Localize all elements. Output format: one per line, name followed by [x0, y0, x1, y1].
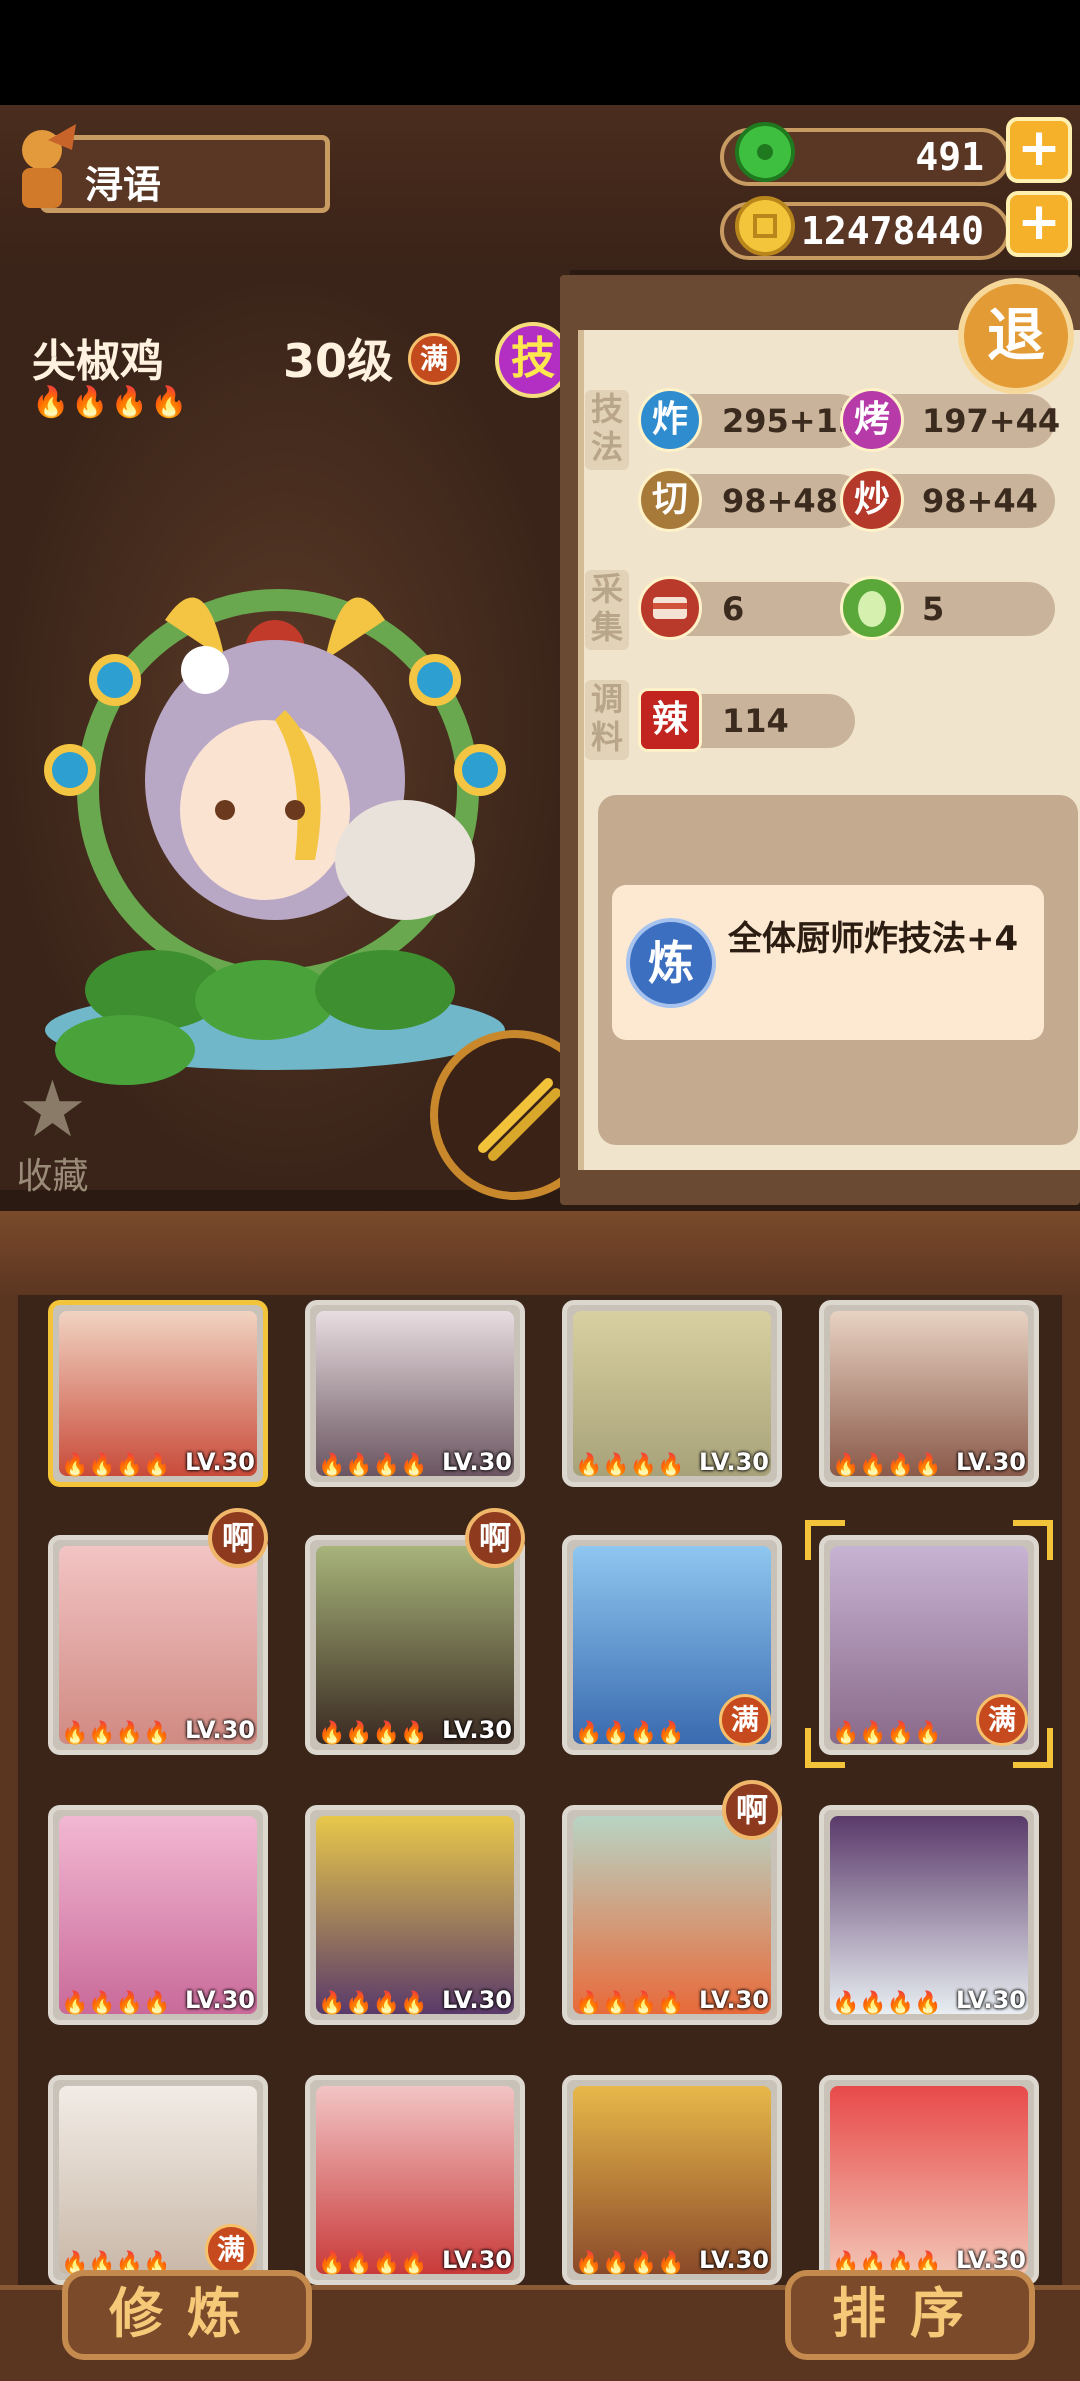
divider-shelf [0, 1205, 1080, 1301]
selection-corner [805, 1728, 845, 1768]
card-level: LV.30 [442, 1716, 512, 1744]
chef-card[interactable]: 🔥🔥🔥🔥 LV.30 [819, 2075, 1039, 2285]
chef-portrait [316, 1816, 514, 2014]
exclaim-badge: 啊 [465, 1508, 525, 1568]
card-level: LV.30 [185, 1986, 255, 2014]
card-level: LV.30 [956, 1448, 1026, 1476]
chef-level: 30级 [283, 334, 394, 388]
card-flames: 🔥🔥🔥🔥 [832, 1991, 942, 2016]
technique-section-label: 技法 [585, 390, 629, 470]
card-level: LV.30 [699, 1448, 769, 1476]
card-flames: 🔥🔥🔥🔥 [832, 1453, 942, 1478]
selection-corner [1013, 1728, 1053, 1768]
jade-icon [735, 122, 795, 182]
card-flames: 🔥🔥🔥🔥 [61, 1991, 171, 2016]
card-flames: 🔥🔥🔥🔥 [318, 2251, 428, 2276]
chef-portrait [59, 1816, 257, 2014]
skill-description: 全体厨师炸技法+4 [728, 919, 1019, 959]
card-flames: 🔥🔥🔥🔥 [832, 1721, 942, 1746]
card-flames: 🔥🔥🔥🔥 [61, 1453, 171, 1478]
collect-section-label: 采集 [585, 570, 629, 650]
card-level: LV.30 [442, 1448, 512, 1476]
chef-portrait [830, 1816, 1028, 2014]
player-avatar-icon[interactable] [8, 120, 78, 220]
add-jade-button[interactable]: + [1006, 117, 1072, 183]
card-flames: 🔥🔥🔥🔥 [318, 1453, 428, 1478]
meat-icon [638, 576, 702, 640]
max-badge: 满 [408, 333, 460, 385]
player-name-plate[interactable]: 浔语 [40, 135, 330, 213]
max-badge: 满 [205, 2224, 257, 2276]
cut-icon: 切 [638, 468, 702, 532]
chef-card[interactable]: 🔥🔥🔥🔥 LV.30 [48, 1805, 268, 2025]
card-level: LV.30 [185, 1448, 255, 1476]
chef-card[interactable]: 🔥🔥🔥🔥 LV.30 [305, 2075, 525, 2285]
card-flames: 🔥🔥🔥🔥 [61, 1721, 171, 1746]
favorite-button[interactable]: ★ 收藏 [10, 1065, 95, 1199]
chef-portrait [59, 1546, 257, 1744]
card-level: LV.30 [442, 2246, 512, 2274]
chef-card[interactable]: 🔥🔥🔥🔥 满 [562, 1535, 782, 1755]
chef-card[interactable]: 🔥🔥🔥🔥 LV.30 [305, 1805, 525, 2025]
chef-card[interactable]: 🔥🔥🔥🔥 LV.30 [48, 1300, 268, 1487]
exclaim-badge: 啊 [208, 1508, 268, 1568]
fry-icon: 炸 [638, 388, 702, 452]
player-name: 浔语 [85, 163, 162, 207]
rarity-flames: 🔥🔥🔥🔥 [32, 385, 190, 420]
max-badge: 满 [719, 1694, 771, 1746]
exclaim-badge: 啊 [722, 1780, 782, 1840]
chef-card[interactable]: 🔥🔥🔥🔥 LV.30 [305, 1300, 525, 1487]
chef-card[interactable]: 🔥🔥🔥🔥 LV.30 [305, 1535, 525, 1755]
card-level: LV.30 [699, 1986, 769, 2014]
sort-button[interactable]: 排序 [785, 2270, 1035, 2360]
selection-corner [1013, 1520, 1053, 1560]
stirfry-icon: 炒 [840, 468, 904, 532]
card-flames: 🔥🔥🔥🔥 [575, 1721, 685, 1746]
card-flames: 🔥🔥🔥🔥 [575, 1991, 685, 2016]
chef-card[interactable]: 🔥🔥🔥🔥 LV.30 [48, 1535, 268, 1755]
roast-icon: 烤 [840, 388, 904, 452]
refine-skill-icon: 炼 [626, 918, 716, 1008]
chef-card[interactable]: 🔥🔥🔥🔥 LV.30 [819, 1805, 1039, 2025]
card-level: LV.30 [699, 2246, 769, 2274]
star-icon: ★ [17, 1065, 88, 1155]
dish-name: 尖椒鸡 [32, 336, 164, 387]
train-button[interactable]: 修炼 [62, 2270, 312, 2360]
grid-frame-right [1062, 1295, 1080, 2285]
chef-card-selected[interactable]: 🔥🔥🔥🔥 满 [819, 1535, 1039, 1755]
card-level: LV.30 [956, 1986, 1026, 2014]
chef-portrait [573, 1816, 771, 2014]
card-level: LV.30 [185, 1716, 255, 1744]
status-bar [0, 0, 1080, 105]
add-coin-button[interactable]: + [1006, 191, 1072, 257]
chef-card[interactable]: 🔥🔥🔥🔥 满 [48, 2075, 268, 2285]
coin-icon [735, 196, 795, 256]
chef-character-portrait [44, 589, 506, 1085]
card-flames: 🔥🔥🔥🔥 [575, 1453, 685, 1478]
spicy-icon: 辣 [638, 688, 702, 752]
grid-frame-left [0, 1295, 18, 2285]
seasoning-section-label: 调料 [585, 680, 629, 760]
card-flames: 🔥🔥🔥🔥 [318, 1721, 428, 1746]
card-flames: 🔥🔥🔥🔥 [318, 1991, 428, 2016]
favorite-label: 收藏 [16, 1156, 89, 1197]
vegetable-icon [840, 576, 904, 640]
chef-card[interactable]: 🔥🔥🔥🔥 LV.30 [562, 2075, 782, 2285]
card-flames: 🔥🔥🔥🔥 [575, 2251, 685, 2276]
chef-card[interactable]: 🔥🔥🔥🔥 LV.30 [819, 1300, 1039, 1487]
exit-button[interactable]: 退 [958, 278, 1074, 394]
selection-corner [805, 1520, 845, 1560]
card-level: LV.30 [442, 1986, 512, 2014]
chef-portrait [316, 1546, 514, 1744]
chef-card[interactable]: 🔥🔥🔥🔥 LV.30 [562, 1300, 782, 1487]
